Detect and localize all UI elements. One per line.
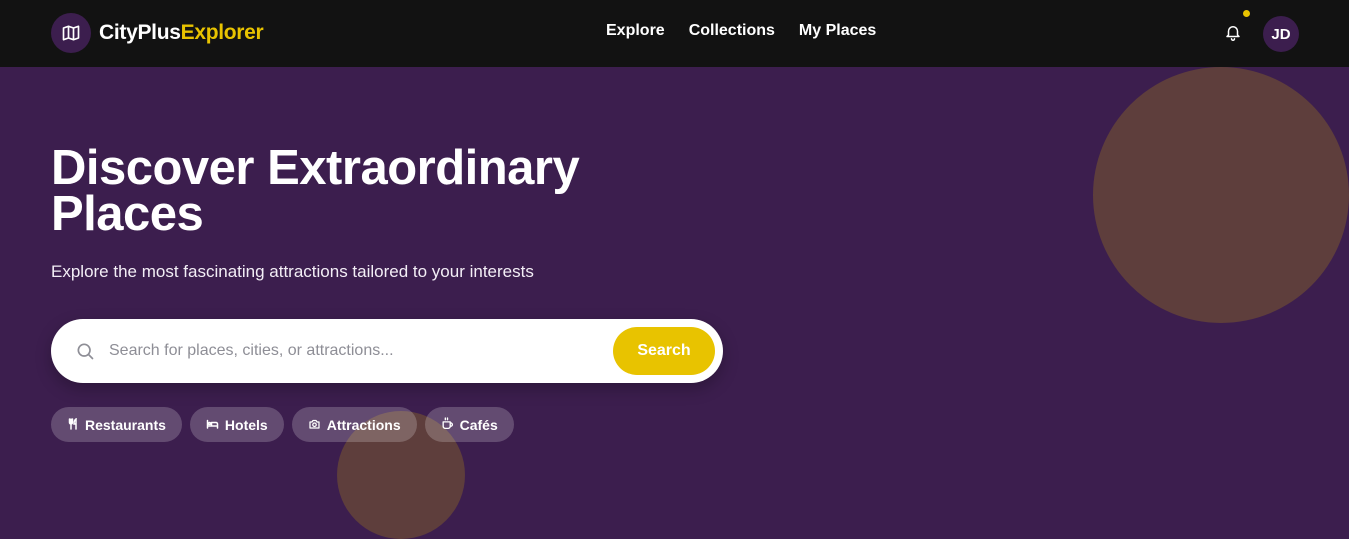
category-chips: Restaurants Hotels Attractions Cafés [51, 407, 514, 442]
top-navbar: CityPlusExplorer Explore Collections My … [0, 0, 1349, 67]
search-icon [75, 341, 95, 361]
brand-name: CityPlusExplorer [99, 21, 264, 45]
chip-cafes[interactable]: Cafés [424, 407, 514, 442]
camera-icon [308, 417, 321, 433]
notification-dot [1243, 10, 1250, 17]
map-icon [51, 13, 91, 53]
search-button[interactable]: Search [613, 327, 715, 375]
nav-collections[interactable]: Collections [689, 22, 775, 40]
bed-icon [206, 417, 219, 433]
chip-label: Cafés [459, 416, 498, 433]
chip-label: Hotels [224, 416, 268, 433]
search-bar: Search [51, 319, 723, 383]
bell-icon[interactable] [1221, 20, 1245, 44]
coffee-icon [441, 416, 454, 433]
nav-explore[interactable]: Explore [606, 22, 665, 40]
brand[interactable]: CityPlusExplorer [51, 13, 264, 53]
decorative-circle-large [1093, 67, 1349, 323]
chip-restaurants[interactable]: Restaurants [51, 407, 182, 442]
brand-name-part1: CityPlus [99, 21, 181, 44]
nav-my-places[interactable]: My Places [799, 22, 876, 40]
hero-subtitle: Explore the most fascinating attractions… [51, 262, 534, 281]
chip-label: Restaurants [85, 416, 166, 433]
avatar[interactable]: JD [1263, 16, 1299, 52]
chip-label: Attractions [326, 416, 401, 433]
chip-attractions[interactable]: Attractions [291, 407, 417, 442]
hero-title: Discover Extraordinary Places [51, 141, 580, 241]
main-nav: Explore Collections My Places [606, 22, 876, 40]
chip-hotels[interactable]: Hotels [189, 407, 284, 442]
utensils-icon [67, 417, 79, 433]
search-input[interactable] [109, 337, 599, 365]
brand-name-part2: Explorer [180, 21, 264, 44]
